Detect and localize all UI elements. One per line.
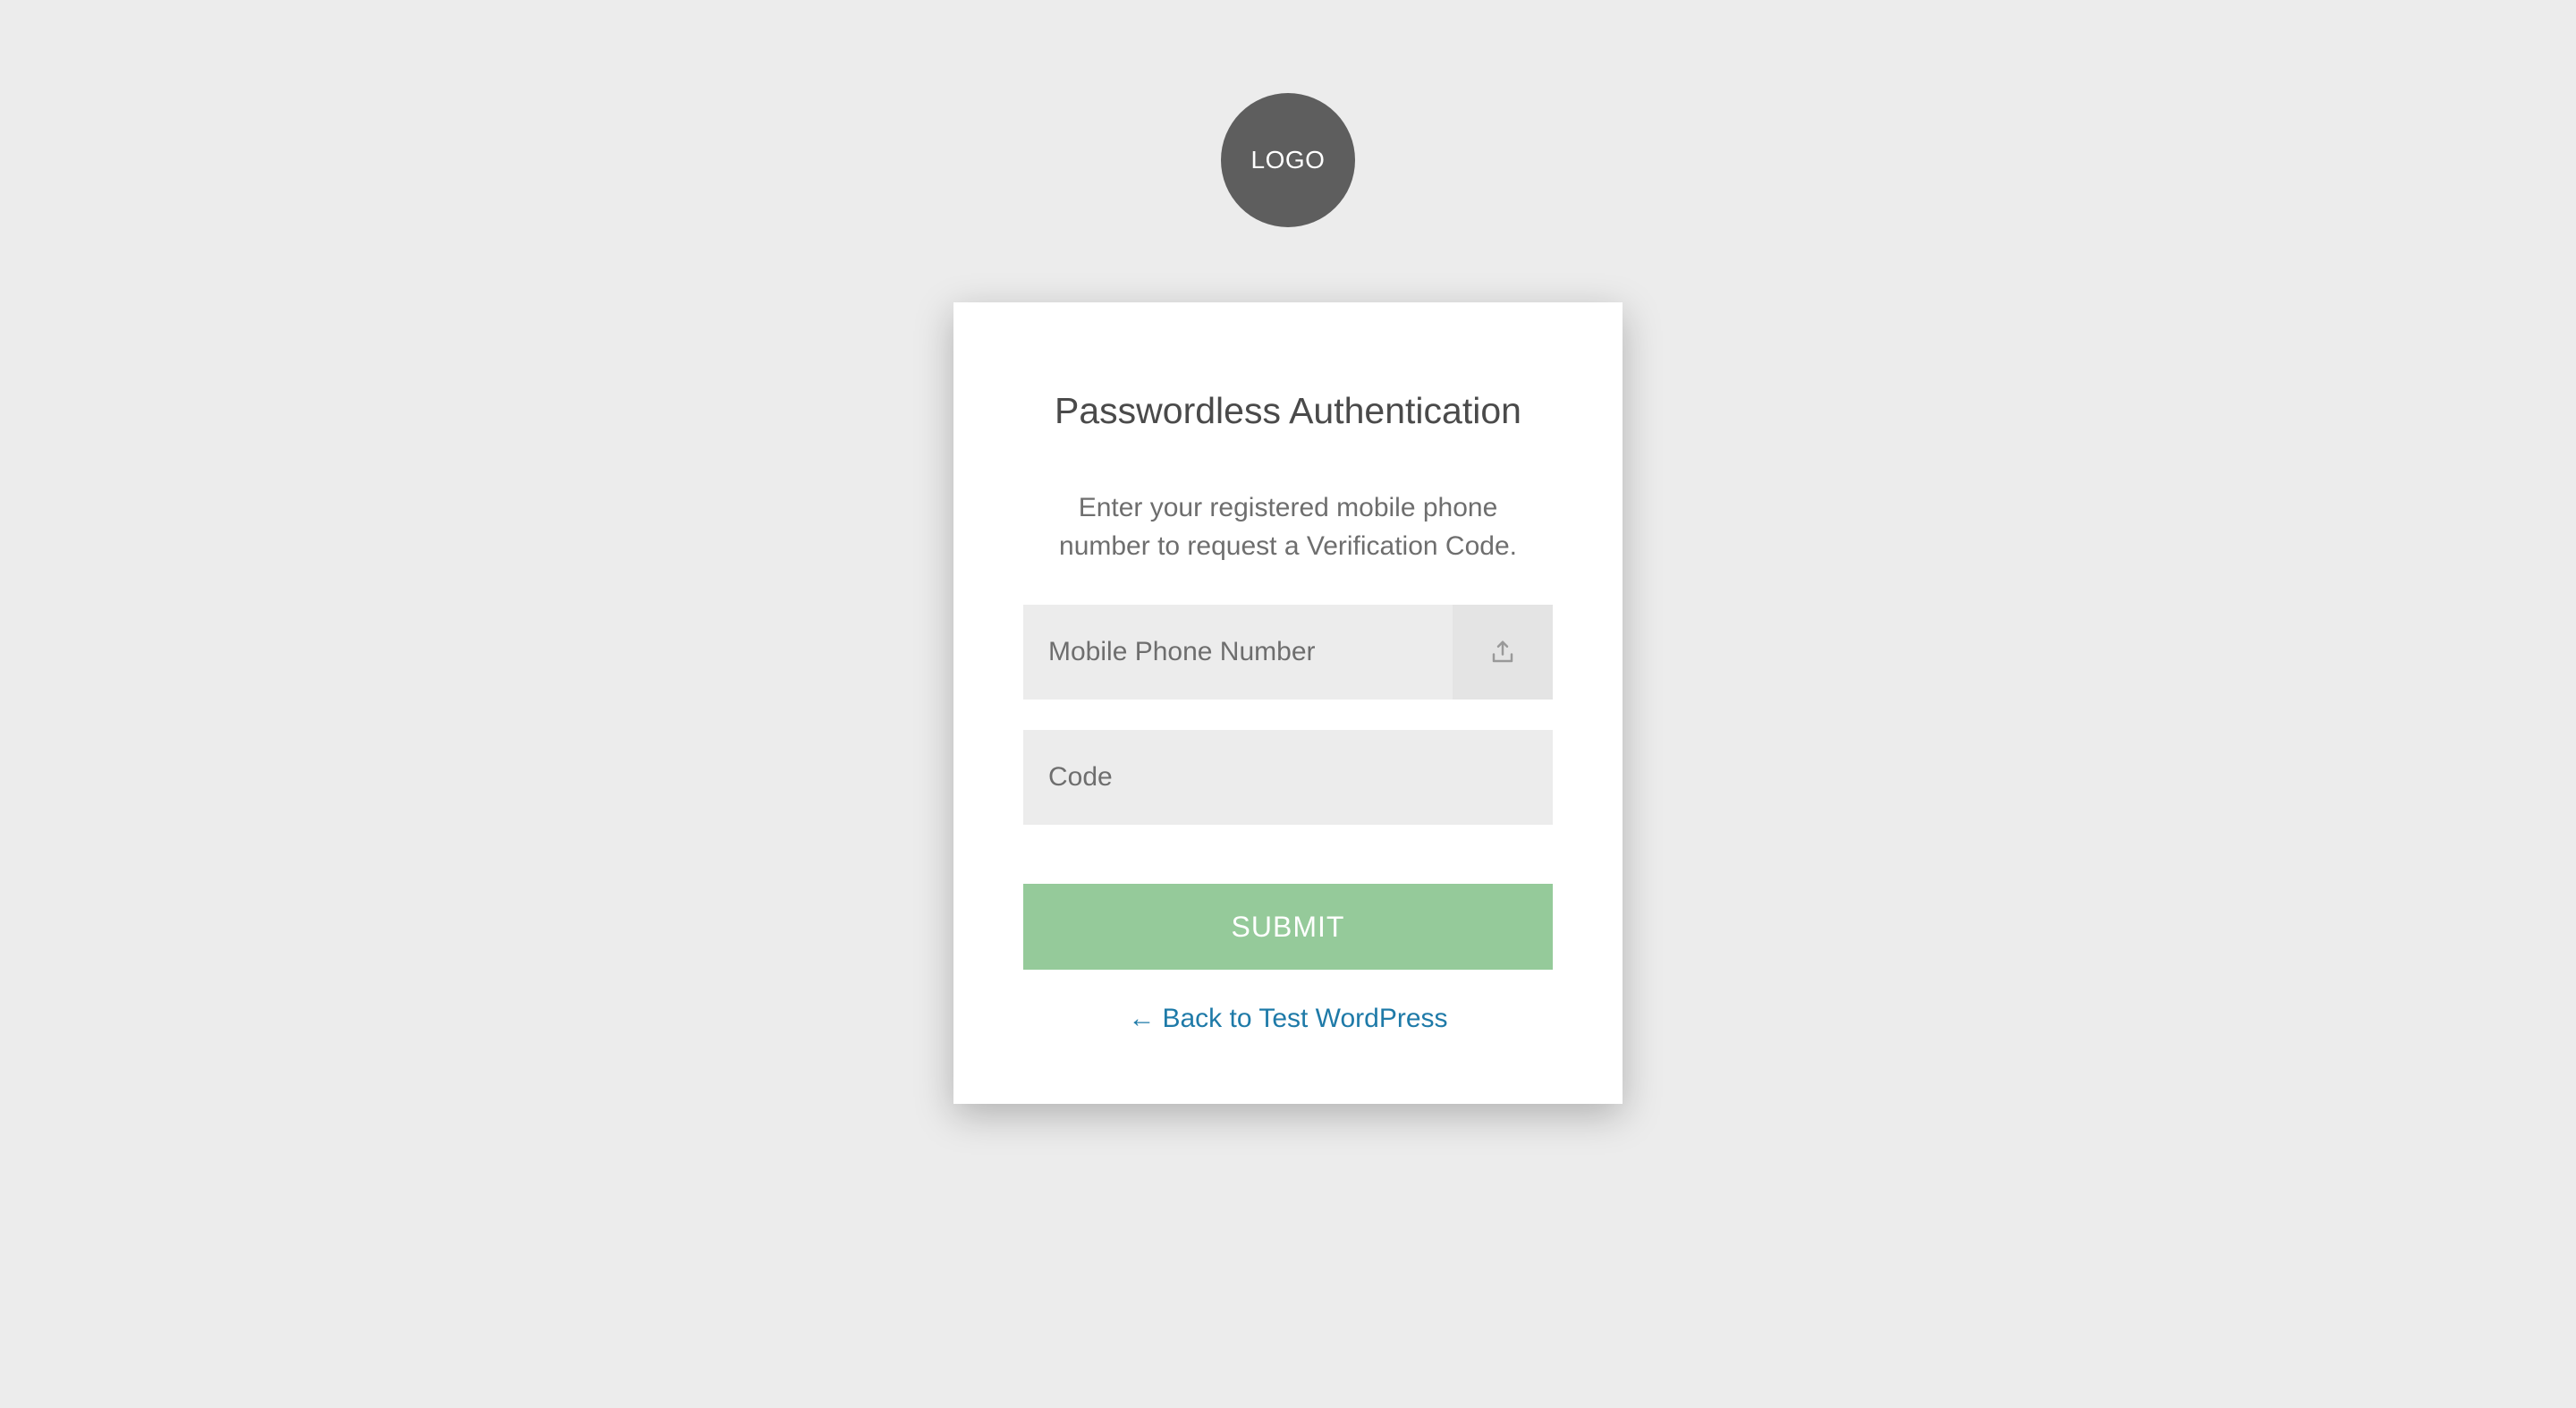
instruction-text: Enter your registered mobile phone numbe…	[1023, 489, 1553, 565]
back-link[interactable]: ← Back to Test WordPress	[1128, 1004, 1447, 1034]
code-input[interactable]	[1023, 730, 1553, 825]
logo: LOGO	[1221, 93, 1355, 227]
card-title: Passwordless Authentication	[1055, 390, 1521, 432]
phone-input-row	[1023, 605, 1553, 700]
upload-icon	[1489, 639, 1516, 666]
send-code-button[interactable]	[1453, 605, 1553, 700]
back-link-text: Back to Test WordPress	[1162, 1004, 1447, 1034]
login-card: Passwordless Authentication Enter your r…	[953, 302, 1623, 1104]
spacer	[1023, 825, 1553, 884]
arrow-left-icon: ←	[1128, 1004, 1155, 1034]
phone-input[interactable]	[1023, 605, 1453, 700]
logo-text: LOGO	[1251, 146, 1326, 174]
submit-button[interactable]: SUBMIT	[1023, 884, 1553, 970]
